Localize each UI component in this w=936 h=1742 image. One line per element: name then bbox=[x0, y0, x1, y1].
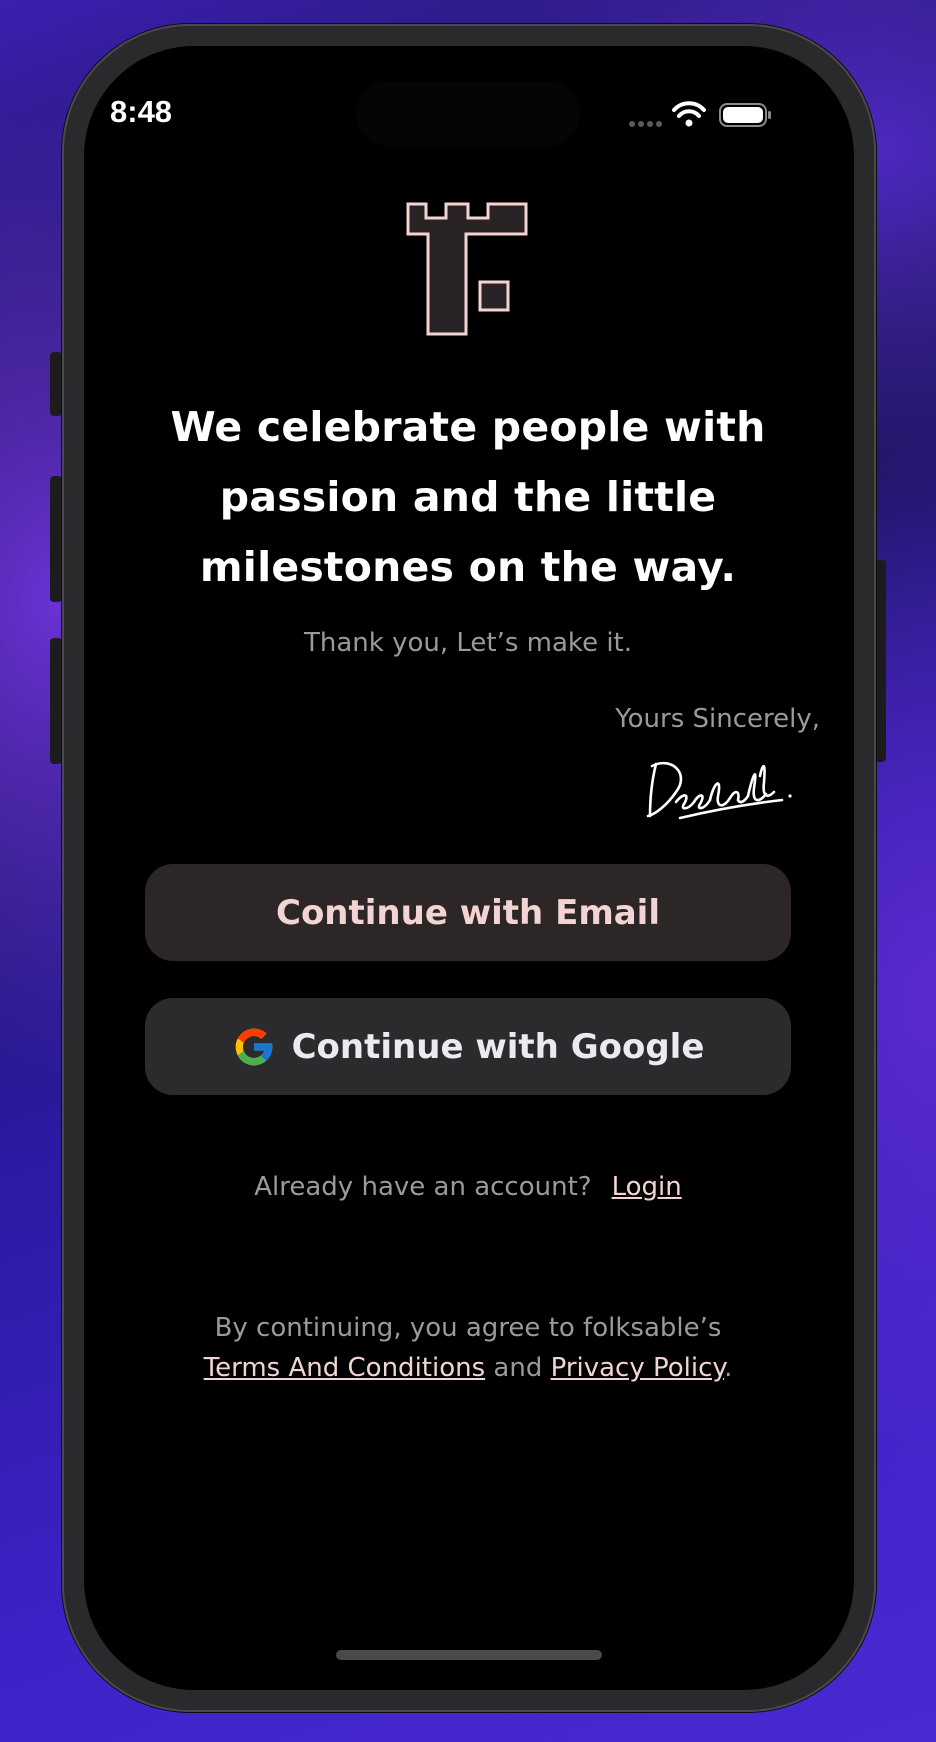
headline-line-2: passion and the little bbox=[219, 473, 717, 521]
headline-line-1: We celebrate people with bbox=[170, 403, 766, 451]
continue-with-google-button[interactable]: Continue with Google bbox=[145, 998, 791, 1095]
volume-down-button bbox=[50, 638, 62, 764]
continue-with-google-label: Continue with Google bbox=[291, 1026, 705, 1067]
signature-image bbox=[646, 761, 792, 820]
login-prompt: Already have an account? Login bbox=[130, 1172, 806, 1202]
dynamic-island bbox=[356, 82, 580, 146]
continue-with-email-button[interactable]: Continue with Email bbox=[145, 864, 791, 961]
legal-intro: By continuing, you agree to folksable’s bbox=[214, 1313, 722, 1343]
action-button bbox=[50, 352, 62, 416]
legal-period: . bbox=[724, 1353, 733, 1383]
terms-and-conditions-link[interactable]: Terms And Conditions bbox=[204, 1353, 485, 1383]
wifi-icon bbox=[672, 101, 706, 127]
login-prompt-text: Already have an account? bbox=[254, 1172, 592, 1202]
folksable-logo-icon bbox=[406, 202, 528, 336]
continue-with-email-label: Continue with Email bbox=[276, 892, 660, 933]
battery-icon bbox=[719, 103, 771, 127]
subtitle: Thank you, Let’s make it. bbox=[303, 628, 633, 658]
status-icons bbox=[629, 101, 771, 127]
legal-and-text: and bbox=[493, 1353, 543, 1383]
google-icon bbox=[235, 1028, 272, 1065]
login-link[interactable]: Login bbox=[612, 1172, 682, 1202]
signal-icon bbox=[629, 121, 662, 127]
status-time: 8:48 bbox=[110, 94, 173, 129]
headline-line-3: milestones on the way. bbox=[199, 543, 737, 591]
privacy-policy-link[interactable]: Privacy Policy bbox=[551, 1353, 724, 1383]
legal-links-row: Terms And Conditions and Privacy Policy. bbox=[110, 1348, 826, 1388]
headline: We celebrate people with passion and the… bbox=[130, 392, 806, 602]
signoff-text: Yours Sincerely, bbox=[615, 704, 820, 734]
home-indicator[interactable] bbox=[336, 1650, 602, 1660]
legal-notice: By continuing, you agree to folksable’s … bbox=[110, 1308, 826, 1388]
volume-up-button bbox=[50, 476, 62, 602]
